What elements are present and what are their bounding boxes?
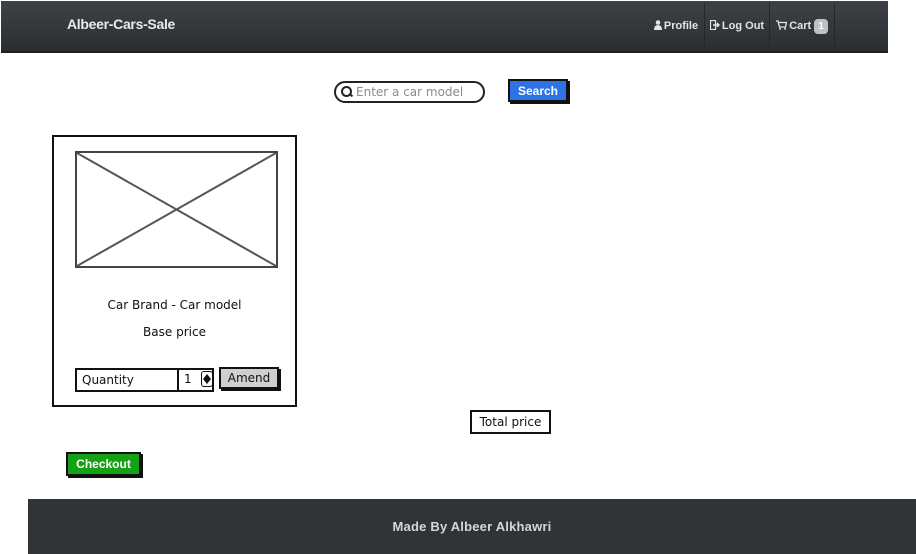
logout-icon: [709, 19, 720, 33]
nav-cart-link[interactable]: Cart 1: [770, 1, 834, 51]
quantity-value: 1: [184, 372, 192, 386]
footer-credit: Made By Albeer Alkhawri: [392, 519, 552, 534]
search-icon: [341, 86, 353, 98]
checkout-button[interactable]: Checkout: [66, 452, 141, 476]
car-title: Car Brand - Car model: [107, 298, 242, 312]
total-price-box: Total price: [470, 410, 551, 434]
product-card: Car Brand - Car model Base price Quantit…: [52, 135, 297, 407]
nav-divider: [834, 3, 835, 51]
nav-profile-label: Profile: [663, 20, 699, 32]
quantity-field: Quantity 1: [75, 368, 214, 392]
search-button[interactable]: Search: [508, 79, 568, 102]
footer: Made By Albeer Alkhawri: [28, 499, 916, 554]
user-icon: [653, 19, 662, 33]
nav-profile-link[interactable]: Profile: [649, 1, 703, 51]
top-navbar: Albeer-Cars-Sale Profile Log Out Cart 1: [1, 1, 888, 53]
cart-count-badge: 1: [814, 18, 828, 34]
quantity-stepper[interactable]: 1: [177, 370, 214, 390]
nav-logout-link[interactable]: Log Out: [705, 1, 769, 51]
image-placeholder: [75, 151, 278, 268]
search-input[interactable]: [353, 85, 476, 99]
stepper-arrows-icon[interactable]: [201, 371, 213, 387]
nav-logout-label: Log Out: [721, 20, 765, 32]
cart-icon: [776, 19, 788, 33]
chevron-down-icon[interactable]: [203, 379, 211, 384]
brand-logo[interactable]: Albeer-Cars-Sale: [67, 16, 175, 32]
nav-cart-label: Cart: [789, 20, 812, 32]
car-base-price: Base price: [143, 325, 206, 339]
quantity-label: Quantity: [82, 373, 134, 387]
search-field[interactable]: [334, 81, 485, 103]
amend-button[interactable]: Amend: [219, 367, 279, 389]
